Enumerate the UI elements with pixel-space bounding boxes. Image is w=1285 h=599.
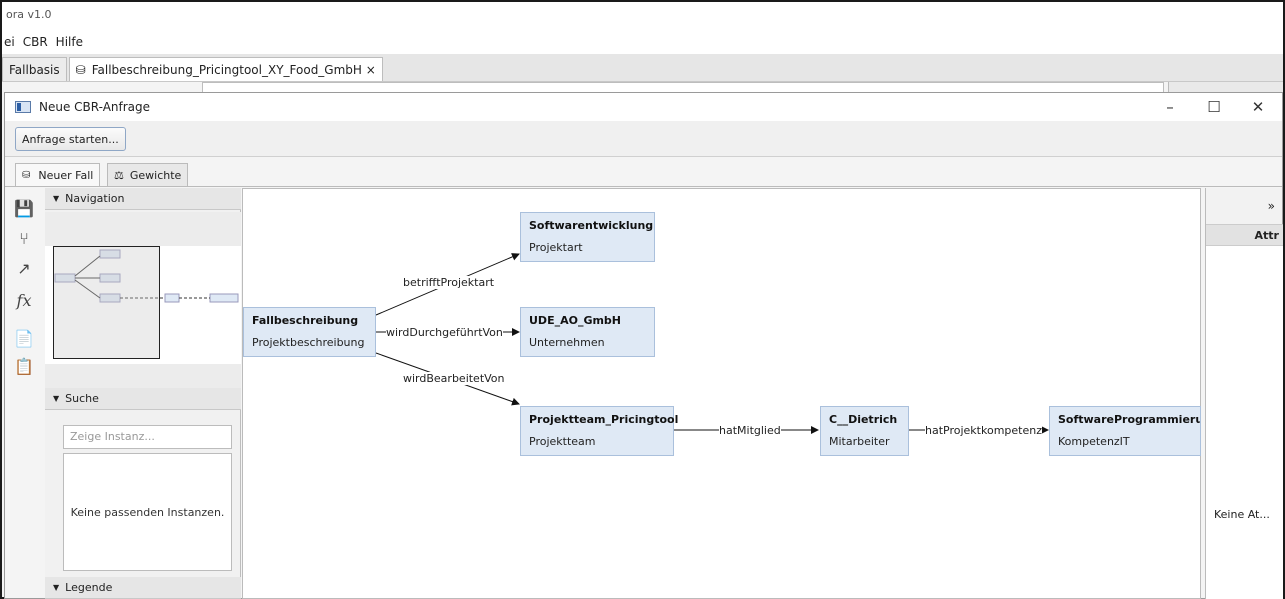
node-softwareprogrammierung[interactable]: SoftwareProgrammierun KompetenzIT <box>1049 406 1201 456</box>
collapse-icon: ▼ <box>53 394 60 403</box>
weights-icon: ⚖ <box>114 168 124 182</box>
code-file-icon[interactable]: 📄 <box>11 325 37 351</box>
collapse-icon: ▼ <box>53 583 60 592</box>
menu-item-datei[interactable]: ei <box>4 35 15 49</box>
cbr-query-dialog: Neue CBR-Anfrage – ☐ ✕ Anfrage starten..… <box>4 92 1283 599</box>
attribute-header: Attr <box>1206 224 1283 246</box>
legend-header[interactable]: ▼ Legende <box>45 577 241 599</box>
collapse-icon: ▼ <box>53 194 60 203</box>
node-fallbeschreibung[interactable]: Fallbeschreibung Projektbeschreibung <box>243 307 376 357</box>
owl-file-icon[interactable]: 📋 <box>11 353 37 379</box>
minimap-viewport[interactable] <box>53 246 160 359</box>
left-panel: ▼ Navigation ▼ Suche Zeige Instanz... Ke… <box>45 188 241 599</box>
dialog-title: Neue CBR-Anfrage <box>39 100 151 114</box>
edge-label-betrifftprojektart: betrifftProjektart <box>403 276 495 289</box>
no-results-text: Keine passenden Instanzen. <box>70 505 225 519</box>
search-results-list: Keine passenden Instanzen. <box>63 453 232 571</box>
menu-bar: ei CBR Hilfe <box>2 30 1283 54</box>
branch-icon[interactable]: ⑂ <box>11 225 37 251</box>
instance-search-input[interactable]: Zeige Instanz... <box>63 425 232 449</box>
window-icon <box>15 101 31 113</box>
document-tab-bar: Fallbasis ⛁ Fallbeschreibung_Pricingtool… <box>2 54 1283 82</box>
no-attributes-text: Keine At... <box>1214 508 1270 521</box>
menu-item-hilfe[interactable]: Hilfe <box>56 35 83 49</box>
search-header[interactable]: ▼ Suche <box>45 388 241 410</box>
app-title: ora v1.0 <box>6 8 52 21</box>
edge-label-hatprojektkompetenz: hatProjektkompetenz <box>925 424 1042 437</box>
attribute-panel: » Attr Keine At... <box>1205 188 1283 599</box>
node-softwarentwicklung[interactable]: Softwarentwicklung Projektart <box>520 212 655 262</box>
graph-edges <box>375 253 1049 434</box>
navigation-minimap[interactable] <box>45 212 241 392</box>
edge-label-wirdbearbeitetvon: wirdBearbeitetVon <box>403 372 505 385</box>
navigation-header[interactable]: ▼ Navigation <box>45 188 241 210</box>
app-title-bar: ora v1.0 <box>2 2 1283 30</box>
edge-label-hatmitglied: hatMitglied <box>719 424 781 437</box>
dialog-title-bar: Neue CBR-Anfrage <box>5 93 1282 121</box>
tab-neuer-fall[interactable]: ⛁ Neuer Fall <box>15 163 101 186</box>
tab-fallbeschreibung[interactable]: ⛁ Fallbeschreibung_Pricingtool_XY_Food_G… <box>68 57 383 81</box>
function-icon[interactable]: fx <box>11 287 37 313</box>
tab-fallbasis[interactable]: Fallbasis <box>2 57 67 81</box>
node-ude-ao-gmbh[interactable]: UDE_AO_GmbH Unternehmen <box>520 307 655 357</box>
close-button[interactable]: ✕ <box>1236 93 1280 121</box>
save-icon[interactable]: 💾 <box>11 195 37 221</box>
case-icon: ⛁ <box>75 62 86 77</box>
attribute-list <box>1206 246 1283 599</box>
menu-item-cbr[interactable]: CBR <box>23 35 48 49</box>
minimize-button[interactable]: – <box>1148 93 1192 121</box>
subtab-bar: ⛁ Neuer Fall ⚖ Gewichte <box>5 163 1282 187</box>
maximize-button[interactable]: ☐ <box>1192 93 1236 121</box>
node-c-dietrich[interactable]: C__Dietrich Mitarbeiter <box>820 406 909 456</box>
case-icon: ⛁ <box>22 169 31 181</box>
expand-panel-button[interactable]: » <box>1206 188 1283 224</box>
tab-gewichte[interactable]: ⚖ Gewichte <box>107 163 189 186</box>
export-icon[interactable]: ↗ <box>11 255 37 281</box>
start-query-button[interactable]: Anfrage starten... <box>15 127 126 151</box>
edge-label-wirddurchgefuehrtvon: wirdDurchgeführtVon <box>386 326 503 339</box>
graph-canvas[interactable]: betrifftProjektart wirdDurchgeführtVon w… <box>242 188 1201 599</box>
node-projektteam-pricingtool[interactable]: Projektteam_Pricingtool Projektteam <box>520 406 678 456</box>
dialog-toolbar: Anfrage starten... <box>5 121 1282 157</box>
